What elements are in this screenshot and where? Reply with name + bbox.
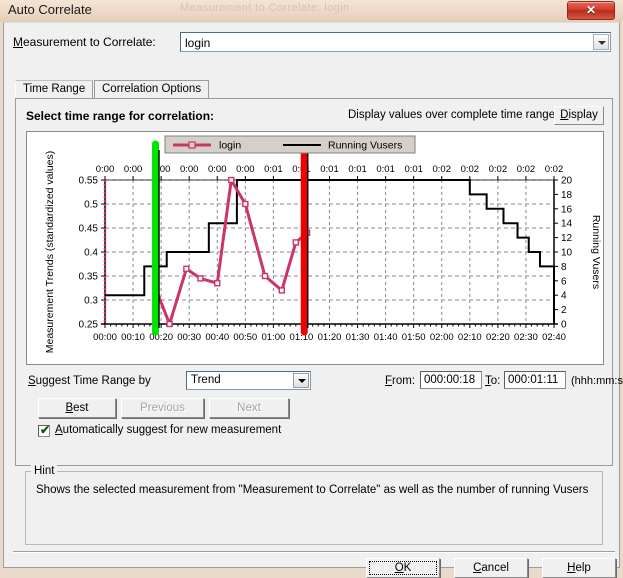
svg-text:0:01: 0:01 [404, 164, 423, 175]
close-button[interactable]: ✕ [567, 1, 615, 20]
next-button[interactable]: Next [209, 398, 289, 418]
svg-text:0:00: 0:00 [236, 164, 255, 175]
svg-text:Running Vusers: Running Vusers [590, 215, 602, 289]
svg-text:0: 0 [561, 320, 567, 331]
best-button[interactable]: Best [38, 398, 116, 418]
svg-text:0:01: 0:01 [348, 164, 367, 175]
select-time-range-label: Select time range for correlation: [26, 109, 215, 123]
chart-canvas: 00:00 00:10 00:20 00:30 00:40 00:50 01:00 01:10… [44, 135, 602, 354]
svg-text:0.25: 0.25 [79, 320, 99, 331]
svg-text:0.4: 0.4 [84, 248, 98, 259]
svg-text:0.5: 0.5 [84, 200, 98, 211]
svg-text:01:00: 01:00 [261, 332, 285, 343]
svg-text:0:01: 0:01 [376, 164, 395, 175]
svg-text:0:00: 0:00 [180, 164, 199, 175]
svg-text:8: 8 [561, 262, 567, 273]
svg-text:12: 12 [561, 233, 573, 244]
auto-correlate-dialog: Measurement to Correlate: login Time Ran… [3, 22, 623, 578]
svg-text:01:30: 01:30 [346, 332, 370, 343]
ghost-window-title: Measurement to Correlate: login [180, 2, 350, 14]
svg-text:16: 16 [561, 204, 573, 215]
svg-text:0.45: 0.45 [79, 224, 99, 235]
svg-text:00:10: 00:10 [121, 332, 145, 343]
svg-text:0:00: 0:00 [208, 164, 227, 175]
auto-suggest-checkbox[interactable]: ✔ [38, 423, 51, 437]
svg-text:10: 10 [561, 248, 573, 259]
svg-text:01:50: 01:50 [402, 332, 426, 343]
panel-header: Select time range for correlation: Displ… [26, 106, 604, 126]
svg-text:01:20: 01:20 [318, 332, 342, 343]
tab-time-range[interactable]: Time Range [15, 80, 94, 98]
svg-text:2: 2 [561, 305, 567, 316]
svg-text:4: 4 [561, 291, 567, 302]
svg-text:14: 14 [561, 219, 573, 230]
svg-text:02:10: 02:10 [458, 332, 482, 343]
svg-text:0.35: 0.35 [79, 272, 99, 283]
chevron-down-icon[interactable] [593, 34, 609, 50]
svg-text:Measurement Trends (standardiz: Measurement Trends (standardized values) [44, 151, 56, 354]
hint-legend: Hint [31, 465, 58, 477]
display-button[interactable]: Display [554, 106, 604, 125]
svg-text:0:02: 0:02 [433, 164, 452, 175]
suggest-method-select[interactable]: Trend [186, 371, 311, 390]
previous-button[interactable]: Previous [121, 398, 204, 418]
svg-text:Running Vusers: Running Vusers [328, 140, 402, 152]
svg-text:18: 18 [561, 190, 573, 201]
window-title: Auto Correlate [8, 2, 92, 17]
svg-text:02:00: 02:00 [430, 332, 454, 343]
svg-text:20: 20 [561, 176, 573, 187]
svg-text:0:02: 0:02 [489, 164, 508, 175]
svg-text:0:00: 0:00 [96, 164, 115, 175]
suggest-method-value: Trend [191, 374, 221, 386]
separator [13, 551, 615, 553]
svg-text:6: 6 [561, 276, 567, 287]
svg-text:00:50: 00:50 [233, 332, 257, 343]
svg-text:login: login [219, 140, 241, 152]
svg-text:02:30: 02:30 [514, 332, 538, 343]
time-range-chart[interactable]: 00:00 00:10 00:20 00:30 00:40 00:50 01:00 01:10… [26, 131, 604, 365]
svg-text:02:20: 02:20 [486, 332, 510, 343]
auto-suggest-label: Automatically suggest for new measuremen… [55, 424, 282, 436]
display-values-note: Display values over complete time range [348, 109, 556, 121]
svg-text:00:30: 00:30 [177, 332, 201, 343]
svg-text:0:01: 0:01 [264, 164, 283, 175]
svg-text:0:01: 0:01 [320, 164, 339, 175]
suggest-time-range-label: Suggest Time Range by [28, 375, 151, 387]
hint-text: Shows the selected measurement from "Mea… [36, 484, 589, 496]
measurement-to-correlate-row: Measurement to Correlate: login [13, 32, 611, 52]
close-icon: ✕ [585, 3, 597, 17]
cancel-button[interactable]: Cancel [454, 558, 528, 578]
focus-ring [369, 561, 437, 575]
ok-button[interactable]: OK [366, 558, 440, 578]
time-range-panel: Select time range for correlation: Displ… [15, 98, 623, 466]
to-label: To: [485, 375, 501, 387]
svg-text:0.55: 0.55 [79, 176, 99, 187]
svg-text:0:02: 0:02 [517, 164, 536, 175]
checkmark-icon: ✔ [40, 423, 51, 437]
tab-correlation-options[interactable]: Correlation Options [94, 80, 210, 98]
time-format-label: (hhh:mm:ss) [571, 375, 623, 387]
from-label: From: [385, 375, 416, 387]
svg-text:0:02: 0:02 [461, 164, 480, 175]
from-input[interactable]: 000:00:18 [420, 371, 482, 389]
help-button[interactable]: Help [542, 558, 616, 578]
svg-text:0.3: 0.3 [84, 296, 98, 307]
tab-strip: Time Range Correlation Options [15, 80, 613, 98]
svg-text:01:40: 01:40 [374, 332, 398, 343]
chevron-down-icon[interactable] [293, 373, 309, 388]
svg-text:00:00: 00:00 [93, 332, 117, 343]
svg-text:02:40: 02:40 [542, 332, 566, 343]
measurement-to-correlate-label: Measurement to Correlate: [13, 35, 156, 49]
to-input[interactable]: 000:01:11 [504, 371, 566, 389]
svg-text:0:00: 0:00 [124, 164, 143, 175]
svg-text:0:02: 0:02 [545, 164, 564, 175]
measurement-to-correlate-select[interactable]: login [180, 32, 611, 52]
hint-group: Shows the selected measurement from "Mea… [25, 471, 603, 545]
measurement-to-correlate-value: login [185, 36, 211, 50]
svg-text:00:40: 00:40 [205, 332, 229, 343]
